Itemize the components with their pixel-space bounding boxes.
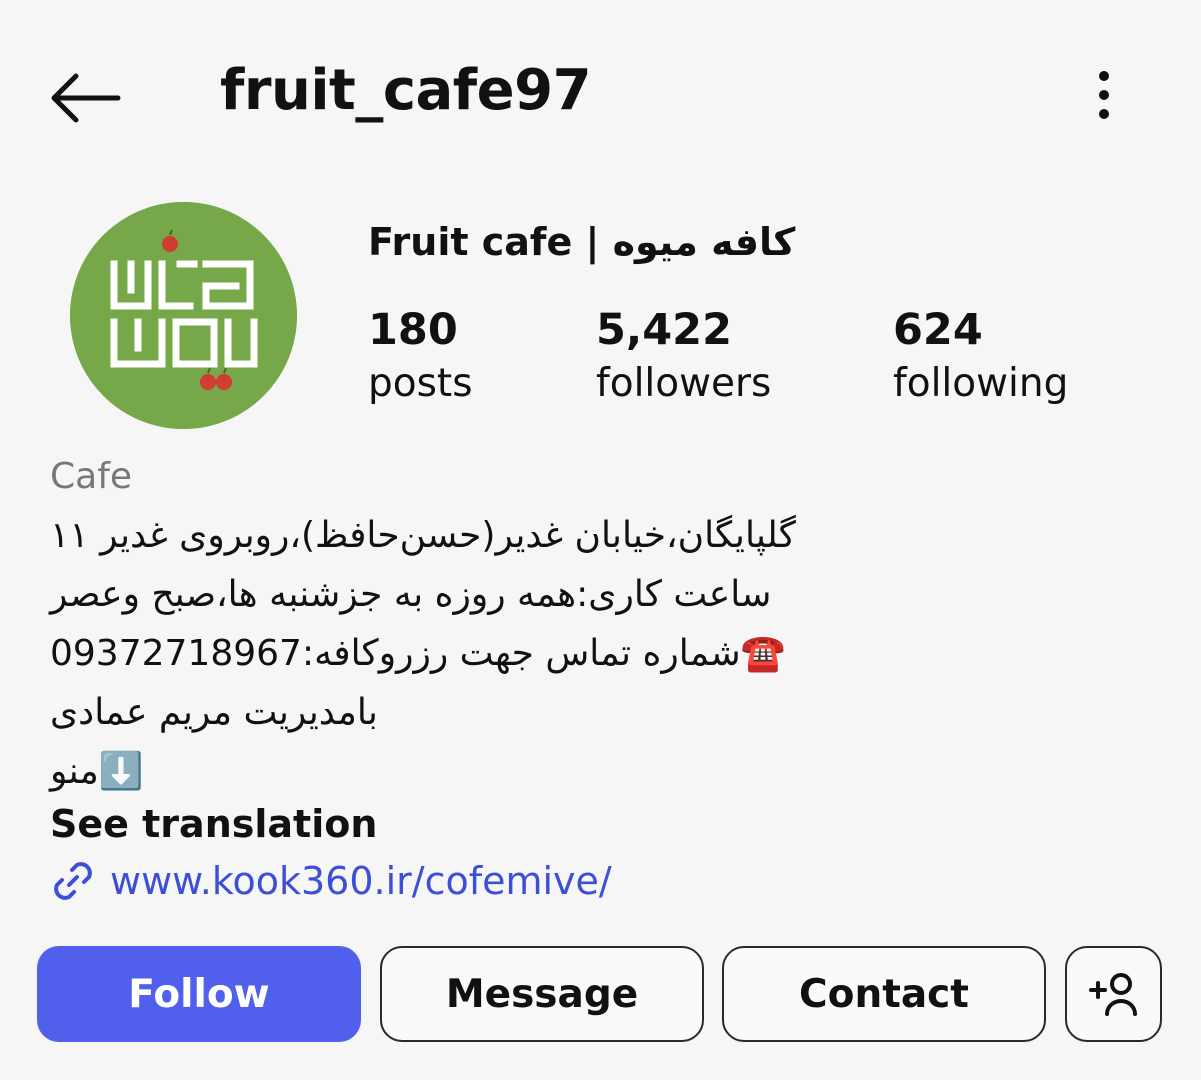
posts-label: posts — [368, 361, 473, 406]
following-stat[interactable]: 624 following — [893, 304, 1068, 412]
posts-stat[interactable]: 180 posts — [368, 304, 473, 412]
profile-category: Cafe — [50, 456, 133, 497]
display-name: Fruit cafe | کافه میوه — [368, 220, 796, 264]
posts-count: 180 — [368, 305, 458, 355]
followers-stat[interactable]: 5,422 followers — [596, 304, 771, 412]
bio-line-management: بامدیریت مریم عمادی — [50, 692, 378, 733]
followers-count: 5,422 — [596, 305, 733, 355]
more-options-button[interactable] — [1080, 66, 1128, 126]
follow-button[interactable]: Follow — [37, 946, 361, 1042]
profile-link[interactable]: www.kook360.ir/cofemive/ — [50, 858, 612, 904]
more-vertical-icon — [1099, 71, 1109, 119]
bio-line-hours: ساعت کاری:همه روزه به جزشنبه ها،صبح وعصر — [50, 574, 772, 615]
back-button[interactable] — [46, 68, 126, 128]
avatar[interactable] — [70, 202, 297, 429]
contact-button[interactable]: Contact — [722, 946, 1046, 1042]
header-username: fruit_cafe97 — [220, 58, 592, 123]
followers-label: followers — [596, 361, 772, 406]
bio-line-phone: ☎️شماره تماس جهت رزروکافه:09372718967 — [50, 633, 786, 674]
link-icon — [54, 862, 92, 900]
following-label: following — [893, 361, 1069, 406]
add-user-button[interactable] — [1065, 946, 1162, 1042]
bio-line-address: گلپایگان،خیابان غدیر(حسن‌حافظ)،روبروی غد… — [50, 515, 796, 556]
add-user-icon — [1088, 973, 1137, 1016]
bio-line-menu: ⬇️منو — [50, 751, 144, 792]
arrow-left-icon — [51, 73, 121, 123]
profile-link-text: www.kook360.ir/cofemive/ — [110, 859, 612, 903]
see-translation-link[interactable]: See translation — [50, 802, 377, 846]
cafe-logo-icon — [70, 202, 297, 429]
following-count: 624 — [893, 305, 983, 355]
profile-screen: fruit_cafe97 Fruit cafe | کافه میوه 180 … — [0, 0, 1201, 1080]
message-button[interactable]: Message — [380, 946, 704, 1042]
bio: گلپایگان،خیابان غدیر(حسن‌حافظ)،روبروی غد… — [50, 506, 830, 801]
